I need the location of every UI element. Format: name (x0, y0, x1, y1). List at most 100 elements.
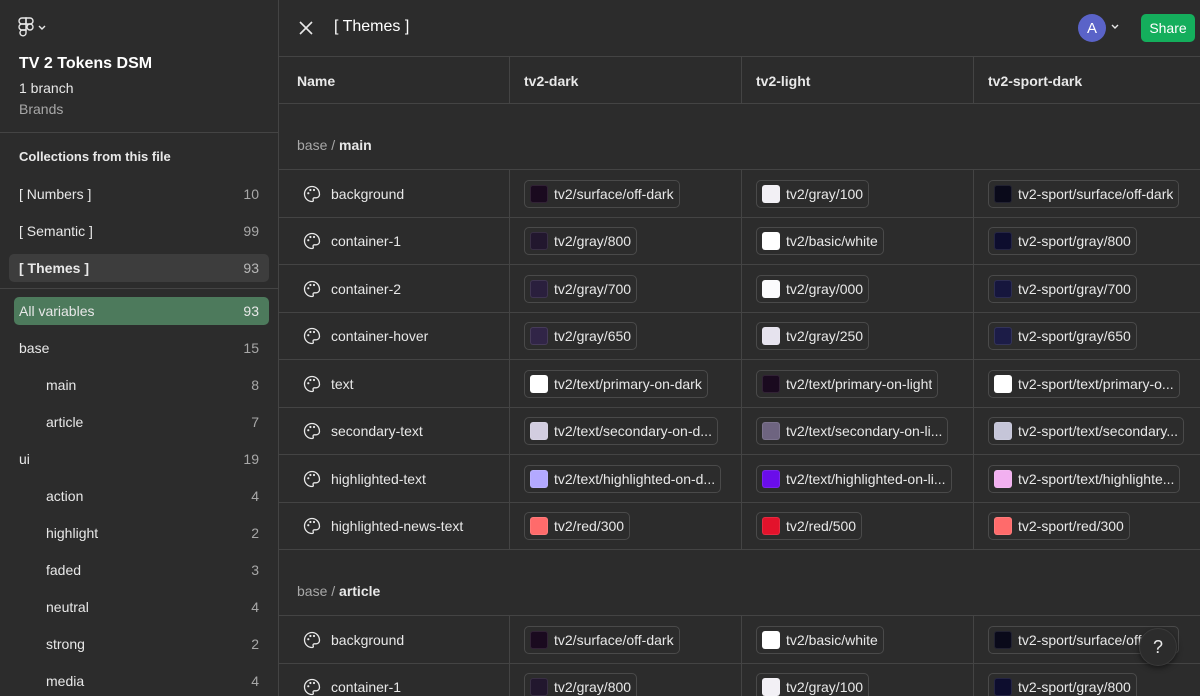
branch-count[interactable]: 1 branch (19, 80, 73, 96)
alias-pill[interactable]: tv2/gray/800 (524, 673, 638, 696)
value-cell[interactable]: tv2-sport/gray/800 (988, 664, 1137, 696)
variable-name-cell[interactable]: highlighted-text (303, 455, 426, 502)
alias-pill[interactable]: tv2-sport/gray/650 (988, 322, 1137, 350)
alias-pill[interactable]: tv2/text/primary-on-light (756, 369, 939, 398)
alias-pill[interactable]: tv2/basic/white (756, 227, 884, 255)
group-article[interactable]: article 7 (14, 408, 269, 436)
table-row[interactable]: background tv2/surface/off-dark tv2/basic/… (279, 615, 1200, 664)
value-cell[interactable]: tv2/gray/700 (524, 265, 638, 312)
value-cell[interactable]: tv2/gray/800 (524, 664, 638, 696)
alias-pill[interactable]: tv2/basic/white (756, 625, 884, 654)
value-cell[interactable]: tv2/gray/000 (756, 265, 870, 312)
column-header-mode[interactable]: tv2-dark (524, 57, 578, 104)
chevron-down-icon[interactable] (1110, 22, 1120, 32)
value-cell[interactable]: tv2/gray/100 (756, 170, 870, 217)
group-strong[interactable]: strong 2 (14, 630, 269, 658)
value-cell[interactable]: tv2/text/primary-on-dark (524, 360, 708, 407)
alias-pill[interactable]: tv2/text/highlighted-on-li... (756, 464, 952, 493)
variable-name-cell[interactable]: background (303, 170, 404, 217)
value-cell[interactable]: tv2-sport/red/300 (988, 503, 1130, 550)
value-cell[interactable]: tv2/surface/off-dark (524, 616, 680, 663)
value-cell[interactable]: tv2/text/primary-on-light (756, 360, 939, 407)
value-cell[interactable]: tv2/surface/off-dark (524, 170, 680, 217)
alias-pill[interactable]: tv2/red/300 (524, 512, 631, 540)
value-cell[interactable]: tv2/basic/white (756, 616, 884, 663)
alias-pill[interactable]: tv2-sport/gray/800 (988, 227, 1137, 255)
alias-pill[interactable]: tv2/red/500 (756, 512, 863, 540)
variable-name-cell[interactable]: container-2 (303, 265, 401, 312)
value-cell[interactable]: tv2/text/secondary-on-d... (524, 408, 718, 455)
group-all-variables[interactable]: All variables 93 (14, 297, 269, 325)
value-cell[interactable]: tv2-sport/gray/700 (988, 265, 1137, 312)
group-neutral[interactable]: neutral 4 (14, 593, 269, 621)
alias-pill[interactable]: tv2/gray/800 (524, 227, 638, 255)
table-row[interactable]: text tv2/text/primary-on-dark tv2/text/pri… (279, 359, 1200, 408)
alias-pill[interactable]: tv2/gray/000 (756, 274, 870, 303)
table-row[interactable]: container-hover tv2/gray/650 tv2/gray/250 t… (279, 311, 1200, 360)
value-cell[interactable]: tv2-sport/text/primary-o... (988, 360, 1180, 407)
value-cell[interactable]: tv2/text/highlighted-on-li... (756, 455, 952, 502)
avatar[interactable]: A (1078, 14, 1106, 42)
close-button[interactable] (296, 18, 316, 38)
alias-pill[interactable]: tv2-sport/gray/700 (988, 274, 1137, 303)
value-cell[interactable]: tv2-sport/gray/650 (988, 313, 1137, 360)
group-action[interactable]: action 4 (14, 482, 269, 510)
variable-name-cell[interactable]: background (303, 616, 404, 663)
value-cell[interactable]: tv2/red/300 (524, 503, 631, 550)
alias-pill[interactable]: tv2/gray/250 (756, 322, 870, 350)
alias-pill[interactable]: tv2/text/primary-on-dark (524, 369, 708, 398)
group-base[interactable]: base 15 (14, 334, 269, 362)
value-cell[interactable]: tv2/gray/100 (756, 664, 870, 696)
table-row[interactable]: container-2 tv2/gray/700 tv2/gray/000 tv2-s… (279, 264, 1200, 313)
share-button[interactable]: Share (1141, 14, 1195, 42)
alias-pill[interactable]: tv2-sport/gray/800 (988, 673, 1137, 696)
alias-pill[interactable]: tv2/gray/100 (756, 179, 870, 208)
table-row[interactable]: highlighted-text tv2/text/highlighted-on-… (279, 454, 1200, 503)
alias-pill[interactable]: tv2/text/highlighted-on-d... (524, 464, 722, 493)
group-faded[interactable]: faded 3 (14, 556, 269, 584)
table-row[interactable]: background tv2/surface/off-dark tv2/gray/1… (279, 169, 1200, 218)
collection-semantic[interactable]: [ Semantic ] 99 (9, 217, 269, 245)
table-row[interactable]: highlighted-news-text tv2/red/300 tv2/red/… (279, 501, 1200, 550)
alias-pill[interactable]: tv2/text/secondary-on-li... (756, 417, 949, 445)
value-cell[interactable]: tv2-sport/gray/800 (988, 218, 1137, 265)
table-row[interactable]: container-1 tv2/gray/800 tv2/gray/100 tv2-s… (279, 662, 1200, 696)
group-ui[interactable]: ui 19 (14, 445, 269, 473)
variable-name-cell[interactable]: secondary-text (303, 408, 423, 455)
group-main[interactable]: main 8 (14, 371, 269, 399)
alias-pill[interactable]: tv2/text/secondary-on-d... (524, 417, 718, 445)
alias-pill[interactable]: tv2/surface/off-dark (524, 179, 680, 208)
value-cell[interactable]: tv2/gray/800 (524, 218, 638, 265)
variable-name-cell[interactable]: container-1 (303, 218, 401, 265)
table-row[interactable]: container-1 tv2/gray/800 tv2/basic/white tv… (279, 216, 1200, 265)
value-cell[interactable]: tv2/gray/250 (756, 313, 870, 360)
alias-pill[interactable]: tv2-sport/text/secondary... (988, 417, 1185, 445)
variable-name-cell[interactable]: text (303, 360, 354, 407)
project-name[interactable]: Brands (19, 101, 63, 117)
help-button[interactable]: ? (1139, 628, 1177, 666)
group-media[interactable]: media 4 (14, 667, 269, 695)
group-highlight[interactable]: highlight 2 (14, 519, 269, 547)
alias-pill[interactable]: tv2-sport/surface/off-dark (988, 179, 1180, 208)
value-cell[interactable]: tv2/gray/650 (524, 313, 638, 360)
collection-numbers[interactable]: [ Numbers ] 10 (9, 180, 269, 208)
value-cell[interactable]: tv2-sport/surface/off-dark (988, 170, 1180, 217)
column-header-mode[interactable]: tv2-sport-dark (988, 57, 1082, 104)
alias-pill[interactable]: tv2/gray/700 (524, 274, 638, 303)
collection-themes[interactable]: [ Themes ] 93 (9, 254, 269, 282)
alias-pill[interactable]: tv2/surface/off-dark (524, 625, 680, 654)
alias-pill[interactable]: tv2/gray/650 (524, 322, 638, 350)
value-cell[interactable]: tv2-sport/text/highlighte... (988, 455, 1181, 502)
alias-pill[interactable]: tv2-sport/red/300 (988, 512, 1130, 540)
alias-pill[interactable]: tv2-sport/text/highlighte... (988, 464, 1181, 493)
variable-name-cell[interactable]: container-hover (303, 313, 428, 360)
column-header-mode[interactable]: tv2-light (756, 57, 810, 104)
variable-name-cell[interactable]: container-1 (303, 664, 401, 696)
alias-pill[interactable]: tv2/gray/100 (756, 673, 870, 696)
figma-menu-button[interactable] (18, 16, 54, 40)
value-cell[interactable]: tv2/red/500 (756, 503, 863, 550)
variable-name-cell[interactable]: highlighted-news-text (303, 503, 463, 550)
value-cell[interactable]: tv2/text/secondary-on-li... (756, 408, 949, 455)
table-row[interactable]: secondary-text tv2/text/secondary-on-d...… (279, 406, 1200, 455)
alias-pill[interactable]: tv2-sport/text/primary-o... (988, 369, 1180, 398)
